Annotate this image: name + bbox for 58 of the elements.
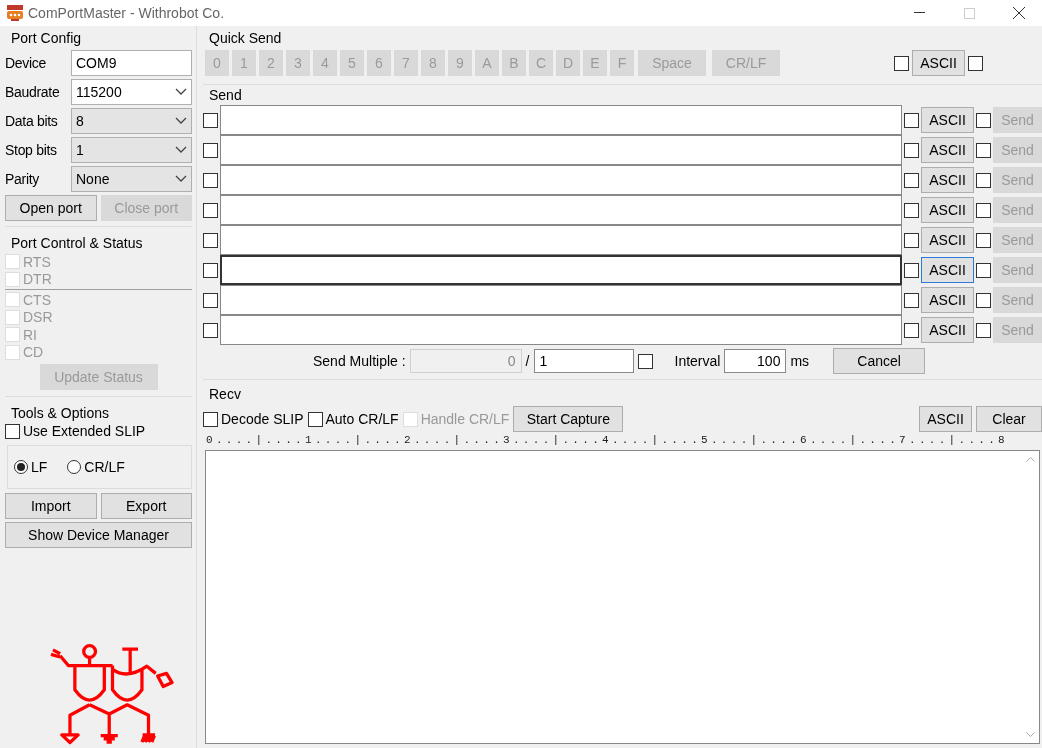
tool-button[interactable]: Import	[5, 492, 97, 519]
field-label: Stop bits	[5, 141, 58, 158]
group-title: Tools & Options	[10, 404, 111, 423]
radio-label: LF	[31, 459, 48, 475]
signal-label: DSR	[23, 309, 53, 326]
send-multiple-label: Send Multiple :	[313, 353, 406, 369]
interval-field[interactable]: 100	[724, 349, 787, 373]
checkbox[interactable]	[5, 423, 20, 439]
checkbox-label: Decode SLIP	[221, 411, 304, 427]
group-title: Recv	[208, 385, 242, 404]
start-capture-button[interactable]: Start Capture	[513, 406, 624, 432]
dropdown-chevron-icon	[175, 88, 187, 95]
field-label: Data bits	[5, 112, 59, 129]
dropdown-chevron-icon	[175, 175, 187, 182]
field-label: Parity	[5, 170, 40, 187]
ascii-button[interactable]: ASCII	[912, 50, 965, 76]
radio-label: CR/LF	[84, 459, 125, 475]
group-title: Send	[208, 86, 243, 105]
checkbox-label: Handle CR/LF	[420, 411, 510, 427]
group-title: Port Control & Status	[10, 234, 144, 253]
group-title: Port Config	[10, 29, 83, 48]
signal-label: CTS	[23, 291, 51, 308]
tool-button[interactable]: Show Device Manager	[5, 521, 192, 548]
radio-button[interactable]	[67, 460, 82, 474]
input-field[interactable]: COM9	[71, 49, 192, 76]
checkbox[interactable]	[894, 55, 909, 71]
cancel-button[interactable]: Cancel	[833, 348, 926, 374]
separator-label: /	[525, 353, 530, 369]
ascii-button[interactable]: ASCII	[919, 406, 972, 432]
dropdown-chevron-icon	[175, 146, 187, 153]
group-title: Quick Send	[208, 29, 283, 48]
checkbox[interactable]	[307, 411, 323, 427]
checkbox[interactable]	[203, 411, 218, 427]
serial-port-app-icon	[6, 4, 24, 22]
dropdown-field[interactable]: 115200	[71, 78, 192, 105]
interval-label: Interval	[674, 353, 721, 369]
field-label: Baudrate	[5, 83, 61, 100]
repeat-count-field[interactable]: 1	[533, 349, 634, 373]
column-ruler: 0....|....1....|....2....|....3....|....4....|....5....|....6....|....7....|....8	[205, 434, 1009, 448]
checkbox[interactable]	[637, 353, 653, 369]
checkbox-label: Auto CR/LF	[325, 411, 399, 427]
port-button[interactable]: Open port	[5, 194, 97, 221]
clear-button[interactable]: Clear	[976, 406, 1042, 432]
signal-label: RTS	[23, 253, 51, 270]
window-title: ComPortMaster - Withrobot Co.	[28, 5, 226, 21]
checkbox[interactable]	[968, 55, 983, 71]
minimize-icon[interactable]	[913, 12, 925, 14]
radio-button[interactable]	[14, 460, 28, 474]
tool-button[interactable]: Export	[100, 492, 192, 519]
signal-label: DTR	[23, 271, 52, 288]
close-icon[interactable]	[1013, 7, 1025, 19]
field-label: Device	[5, 54, 47, 71]
signal-label: RI	[23, 326, 37, 343]
checkbox-label: Use Extended SLIP	[23, 423, 146, 439]
unit-label: ms	[790, 353, 810, 369]
sent-count-field: 0	[409, 349, 522, 373]
dropdown-chevron-icon	[175, 117, 187, 124]
signal-label: CD	[23, 344, 44, 361]
